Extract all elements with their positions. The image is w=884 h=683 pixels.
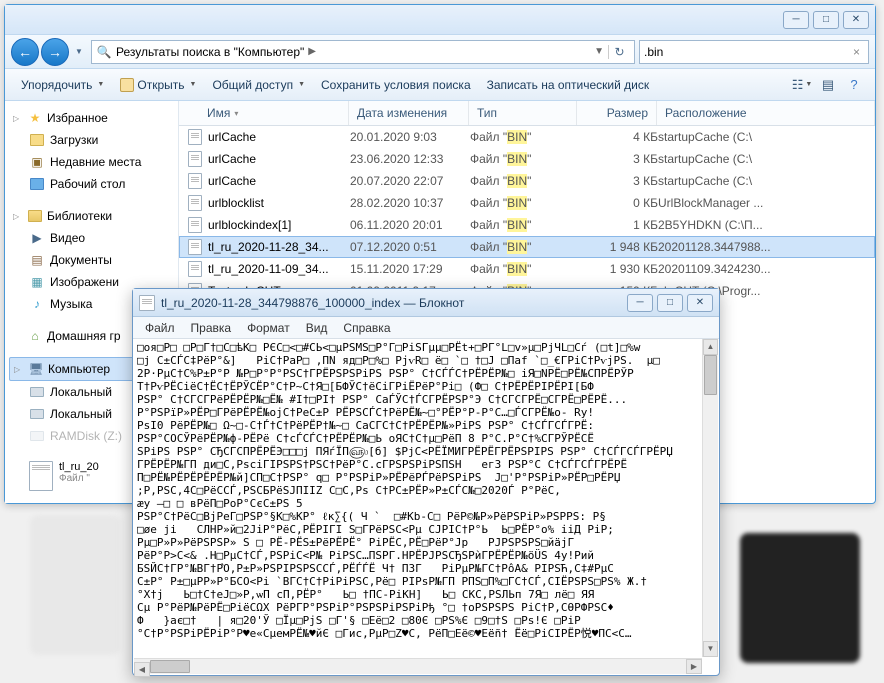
view-options-button[interactable]: ☷▼ — [789, 74, 815, 96]
favorites-header[interactable]: ▷★ Избранное — [9, 107, 174, 129]
scroll-right-button[interactable]: ▶ — [686, 659, 702, 674]
chevron-right-icon: ▶ — [304, 46, 320, 57]
notepad-menubar: Файл Правка Формат Вид Справка — [133, 317, 719, 339]
drive-icon — [30, 387, 44, 397]
column-name[interactable]: Имя▾ — [179, 101, 349, 125]
sidebar-item-downloads[interactable]: Загрузки — [9, 129, 174, 151]
scroll-up-button[interactable]: ▲ — [703, 339, 718, 355]
scroll-down-button[interactable]: ▼ — [703, 641, 718, 657]
menu-help[interactable]: Справка — [335, 319, 398, 337]
document-icon: ▤ — [29, 252, 45, 268]
nav-history-dropdown[interactable]: ▼ — [71, 41, 87, 63]
burn-button[interactable]: Записать на оптический диск — [479, 74, 658, 96]
music-icon: ♪ — [29, 296, 45, 312]
chevron-down-icon: ▼ — [97, 81, 104, 88]
file-icon — [188, 195, 202, 211]
notepad-title: tl_ru_2020-11-28_344798876_100000_index … — [161, 296, 623, 310]
table-row[interactable]: urlblocklist28.02.2020 10:37Файл "BIN"0 … — [179, 192, 875, 214]
file-icon — [188, 151, 202, 167]
scroll-thumb[interactable] — [150, 660, 190, 673]
close-button[interactable]: ✕ — [843, 11, 869, 29]
recent-icon: ▣ — [29, 154, 45, 170]
column-headers: Имя▾ Дата изменения Тип Размер Расположе… — [179, 101, 875, 126]
scroll-left-button[interactable]: ◀ — [134, 662, 150, 677]
notepad-icon — [139, 295, 155, 311]
open-button[interactable]: Открыть▼ — [112, 74, 204, 96]
picture-icon: ▦ — [29, 274, 45, 290]
drive-icon — [30, 431, 44, 441]
menu-edit[interactable]: Правка — [183, 319, 240, 337]
libraries-header[interactable]: ▷ Библиотеки — [9, 205, 174, 227]
explorer-titlebar: ─ □ ✕ — [5, 5, 875, 35]
notepad-textarea[interactable]: □оя□Р□ □Р□Г†□С□ѣК□ РЄС□<□#СЬ<□µРЅМЅ□Р°Г□… — [133, 339, 719, 675]
vertical-scrollbar[interactable]: ▲ ▼ — [702, 339, 718, 657]
notepad-window: tl_ru_2020-11-28_344798876_100000_index … — [132, 288, 720, 676]
folder-icon — [30, 134, 44, 146]
sidebar-item-recent[interactable]: ▣Недавние места — [9, 151, 174, 173]
table-row[interactable]: urlCache20.01.2020 9:03Файл "BIN"4 КБsta… — [179, 126, 875, 148]
background-shape — [740, 533, 860, 663]
menu-file[interactable]: Файл — [137, 319, 183, 337]
menu-format[interactable]: Формат — [239, 319, 298, 337]
clear-search-button[interactable]: × — [849, 45, 864, 59]
close-button[interactable]: ✕ — [687, 294, 713, 312]
computer-icon: 🖥 — [28, 361, 44, 377]
file-icon — [188, 173, 202, 189]
toolbar: Упорядочить▼ Открыть▼ Общий доступ▼ Сохр… — [5, 69, 875, 101]
maximize-button[interactable]: □ — [813, 11, 839, 29]
organize-button[interactable]: Упорядочить▼ — [13, 74, 112, 96]
menu-view[interactable]: Вид — [298, 319, 336, 337]
file-icon — [188, 217, 202, 233]
file-icon — [188, 129, 202, 145]
sidebar-item-videos[interactable]: ▶Видео — [9, 227, 174, 249]
address-bar[interactable]: 🔍 Результаты поиска в "Компьютер" ▶ ▼ ↻ — [91, 40, 635, 64]
scroll-thumb[interactable] — [704, 355, 717, 395]
desktop-icon — [30, 178, 44, 190]
preview-pane-button[interactable]: ▤ — [815, 74, 841, 96]
column-size[interactable]: Размер — [577, 101, 657, 125]
search-box[interactable]: × — [639, 40, 869, 64]
open-icon — [120, 78, 134, 92]
share-button[interactable]: Общий доступ▼ — [204, 74, 313, 96]
homegroup-icon: ⌂ — [27, 328, 43, 344]
sidebar-item-documents[interactable]: ▤Документы — [9, 249, 174, 271]
help-button[interactable]: ? — [841, 74, 867, 96]
search-folder-icon: 🔍 — [96, 44, 112, 60]
forward-button[interactable]: → — [41, 38, 69, 66]
table-row[interactable]: urlblockindex[1]06.11.2020 20:01Файл "BI… — [179, 214, 875, 236]
table-row[interactable]: urlCache20.07.2020 22:07Файл "BIN"3 КБst… — [179, 170, 875, 192]
search-input[interactable] — [644, 45, 849, 59]
chevron-down-icon: ▼ — [190, 81, 197, 88]
notepad-titlebar: tl_ru_2020-11-28_344798876_100000_index … — [133, 289, 719, 317]
column-location[interactable]: Расположение — [657, 101, 875, 125]
maximize-button[interactable]: □ — [657, 294, 683, 312]
horizontal-scrollbar[interactable]: ◀ ▶ — [134, 658, 702, 674]
sidebar-item-desktop[interactable]: Рабочий стол — [9, 173, 174, 195]
refresh-button[interactable]: ↻ — [608, 45, 630, 59]
save-search-button[interactable]: Сохранить условия поиска — [313, 74, 479, 96]
file-icon — [29, 461, 53, 491]
nav-bar: ← → ▼ 🔍 Результаты поиска в "Компьютер" … — [5, 35, 875, 69]
column-date[interactable]: Дата изменения — [349, 101, 469, 125]
table-row[interactable]: tl_ru_2020-11-28_34...07.12.2020 0:51Фай… — [179, 236, 875, 258]
chevron-down-icon: ▼ — [298, 81, 305, 88]
back-button[interactable]: ← — [11, 38, 39, 66]
background-shape — [30, 515, 120, 655]
file-icon — [188, 239, 202, 255]
library-icon — [28, 210, 42, 222]
minimize-button[interactable]: ─ — [783, 11, 809, 29]
drive-icon — [30, 409, 44, 419]
star-icon: ★ — [27, 110, 43, 126]
breadcrumb: Результаты поиска в "Компьютер" — [116, 45, 304, 59]
file-icon — [188, 261, 202, 277]
column-type[interactable]: Тип — [469, 101, 577, 125]
table-row[interactable]: urlCache23.06.2020 12:33Файл "BIN"3 КБst… — [179, 148, 875, 170]
video-icon: ▶ — [29, 230, 45, 246]
table-row[interactable]: tl_ru_2020-11-09_34...15.11.2020 17:29Фа… — [179, 258, 875, 280]
address-dropdown[interactable]: ▼ — [590, 46, 608, 57]
minimize-button[interactable]: ─ — [627, 294, 653, 312]
